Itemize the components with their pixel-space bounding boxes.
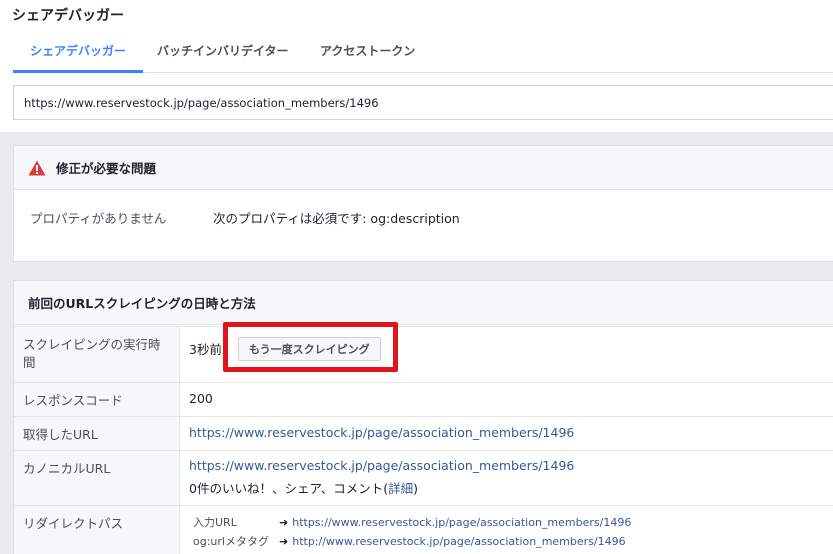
tab-share-debugger[interactable]: シェアデバッガー [13,30,144,73]
problems-title: 修正が必要な問題 [56,161,157,176]
row-scrape-time: スクレイピングの実行時間 3秒前 もう一度スクレイピング [14,326,833,382]
fetched-url-link[interactable]: https://www.reservestock.jp/page/associa… [189,424,574,442]
engagement-stats: 0件のいいね！、シェア、コメント(詳細) [189,480,418,498]
highlight-annotation [223,322,398,372]
arrow-right-icon: ➜ [279,535,289,548]
problem-property-label: プロパティがありません [30,211,167,226]
engagement-stats-suffix: ) [413,481,418,496]
canonical-url-label: カノニカルURL [14,451,180,505]
fetched-url-label: 取得したURL [14,417,180,450]
top-header-area: シェアデバッガー シェアデバッガー バッチインバリデイター アクセストークン [0,0,833,132]
warning-icon [28,160,46,176]
redirect-line-input: 入力URL ➜ https://www.reservestock.jp/page/a… [193,516,631,530]
arrow-right-icon: ➜ [279,516,289,529]
problems-panel: 修正が必要な問題 プロパティがありません 次のプロパティは必須です: og:de… [13,145,833,262]
redirect-path-label: リダイレクトパス [14,506,180,554]
redirect-ogurl-label: og:urlメタタグ [193,535,269,548]
redirect-line-ogurl: og:urlメタタグ ➜ http://www.reservestock.jp/pa… [193,535,626,549]
scrape-header: 前回のURLスクレイピングの日時と方法 [14,281,833,325]
scrape-title: 前回のURLスクレイピングの日時と方法 [28,296,256,311]
row-canonical-url: カノニカルURL https://www.reservestock.jp/pag… [14,450,833,505]
row-response-code: レスポンスコード 200 [14,382,833,416]
redirect-ogurl-url[interactable]: http://www.reservestock.jp/page/associat… [292,535,625,548]
scrape-time-value: 3秒前 [189,342,222,357]
scrape-time-label: スクレイピングの実行時間 [14,327,180,382]
app-title: シェアデバッガー [12,8,124,24]
url-input[interactable] [13,85,833,120]
row-fetched-url: 取得したURL https://www.reservestock.jp/page… [14,416,833,450]
tab-batch-invalidator[interactable]: バッチインバリデイター [157,30,289,73]
engagement-stats-text: 0件のいいね！、シェア、コメント( [189,481,389,496]
response-code-label: レスポンスコード [14,383,180,416]
redirect-input-label: 入力URL [193,516,237,529]
canonical-url-link[interactable]: https://www.reservestock.jp/page/associa… [189,457,574,475]
problem-property-value: 次のプロパティは必須です: og:description [213,211,460,226]
response-code-value: 200 [189,391,213,406]
problems-header: 修正が必要な問題 [14,146,833,190]
tab-bar: シェアデバッガー バッチインバリデイター アクセストークン [13,30,833,73]
tab-access-token[interactable]: アクセストークン [320,30,415,73]
redirect-input-url[interactable]: https://www.reservestock.jp/page/associa… [292,516,631,529]
scrape-panel: 前回のURLスクレイピングの日時と方法 スクレイピングの実行時間 3秒前 もう一… [13,280,833,554]
row-redirect-path: リダイレクトパス 入力URL ➜ https://www.reservestock.… [14,505,833,554]
engagement-details-link[interactable]: 詳細 [388,481,413,496]
